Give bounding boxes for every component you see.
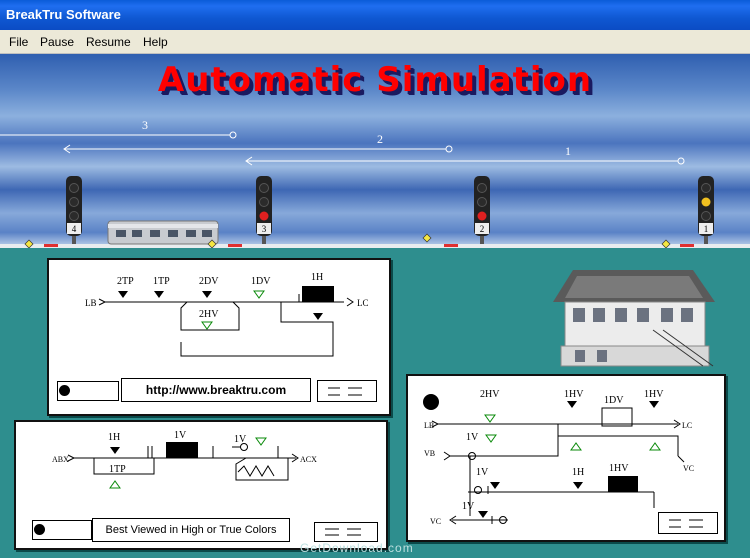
website-link[interactable]: http://www.breaktru.com <box>121 378 311 402</box>
menu-resume[interactable]: Resume <box>86 35 131 49</box>
label-vc-a: VC <box>683 464 694 473</box>
signal-block-1h <box>302 286 334 302</box>
route-end-3 <box>229 131 237 139</box>
label-1v-b: 1V <box>234 434 247 445</box>
signal-number-3: 3 <box>262 224 267 234</box>
track-segment-red <box>444 244 458 247</box>
signal-number-1: 1 <box>704 224 709 234</box>
label-lb: LB <box>424 421 434 430</box>
legend-box <box>317 380 377 402</box>
train-icon <box>107 220 219 245</box>
label-1tp: 1TP <box>109 464 126 475</box>
display-note: Best Viewed in High or True Colors <box>92 518 290 542</box>
label-1hv-b: 1HV <box>644 389 664 400</box>
route-label-2: 2 <box>377 132 383 146</box>
route-label-3: 3 <box>142 118 148 132</box>
breaktru-logo <box>32 520 92 540</box>
panel-right-diagram: 2HV 1HV 1DV 1HV 1V 1V 1H 1HV 1V LB VB LC… <box>406 374 726 542</box>
legend-box <box>658 512 718 534</box>
label-vc-b: VC <box>430 517 441 526</box>
label-1hv-a: 1HV <box>564 389 584 400</box>
menu-file[interactable]: File <box>9 35 28 49</box>
track-segment-red <box>680 244 694 247</box>
label-lb: LB <box>85 298 97 308</box>
panel-bottom-left-diagram: 1H 1V 1V 1TP ABX ACX Best Viewed in High… <box>14 420 388 550</box>
house-icon <box>553 270 715 367</box>
signal-3: 3 <box>256 176 272 244</box>
window-title: BreakTru Software <box>6 7 121 22</box>
label-2tp: 2TP <box>117 276 134 287</box>
track-segment-red <box>44 244 58 247</box>
label-1tp: 1TP <box>153 276 170 287</box>
signal-number-4: 4 <box>72 224 77 234</box>
track-marker <box>422 233 432 243</box>
label-acx: ACX <box>300 455 317 464</box>
signal-number-2: 2 <box>480 224 485 234</box>
signal-4: 4 <box>66 176 82 244</box>
signal-block-1v <box>166 442 198 458</box>
track-segment-red <box>228 244 242 247</box>
label-lc: LC <box>357 298 369 308</box>
label-1v-b: 1V <box>476 467 489 478</box>
signal-block-1hv <box>608 476 638 492</box>
label-2hv: 2HV <box>199 309 219 320</box>
label-lc: LC <box>682 421 692 430</box>
label-2hv: 2HV <box>480 389 500 400</box>
panel-top-diagram: 2TP 1TP 2DV 1DV 1H 2HV LB LC http://www.… <box>47 258 391 416</box>
label-1h: 1H <box>108 432 120 443</box>
route-end-2 <box>445 145 453 153</box>
route-label-1: 1 <box>565 144 571 158</box>
breaktru-logo-icon <box>423 394 439 410</box>
breaktru-logo <box>57 381 119 401</box>
label-abx: ABX <box>52 455 69 464</box>
title-bar[interactable]: BreakTru Software <box>0 0 750 30</box>
application-window: BreakTru Software File Pause Resume Help… <box>0 0 750 558</box>
route-end-1 <box>677 157 685 165</box>
label-1v-a: 1V <box>174 430 187 441</box>
menu-help[interactable]: Help <box>143 35 168 49</box>
label-1h: 1H <box>311 272 323 283</box>
label-1dv: 1DV <box>604 395 624 406</box>
menu-bar: File Pause Resume Help <box>0 30 750 54</box>
label-1dv: 1DV <box>251 276 271 287</box>
menu-pause[interactable]: Pause <box>40 35 74 49</box>
watermark: GetDownload.com <box>300 541 414 555</box>
label-vb: VB <box>424 449 435 458</box>
label-1hv-c: 1HV <box>609 463 629 474</box>
signal-1: 1 <box>698 176 714 244</box>
label-1v-c: 1V <box>462 501 475 512</box>
track-scene: 3 2 1 4 3 2 1 <box>0 118 750 249</box>
signal-2: 2 <box>474 176 490 244</box>
label-1v-a: 1V <box>466 432 479 443</box>
label-1h: 1H <box>572 467 584 478</box>
legend-box <box>314 522 378 542</box>
label-2dv: 2DV <box>199 276 219 287</box>
